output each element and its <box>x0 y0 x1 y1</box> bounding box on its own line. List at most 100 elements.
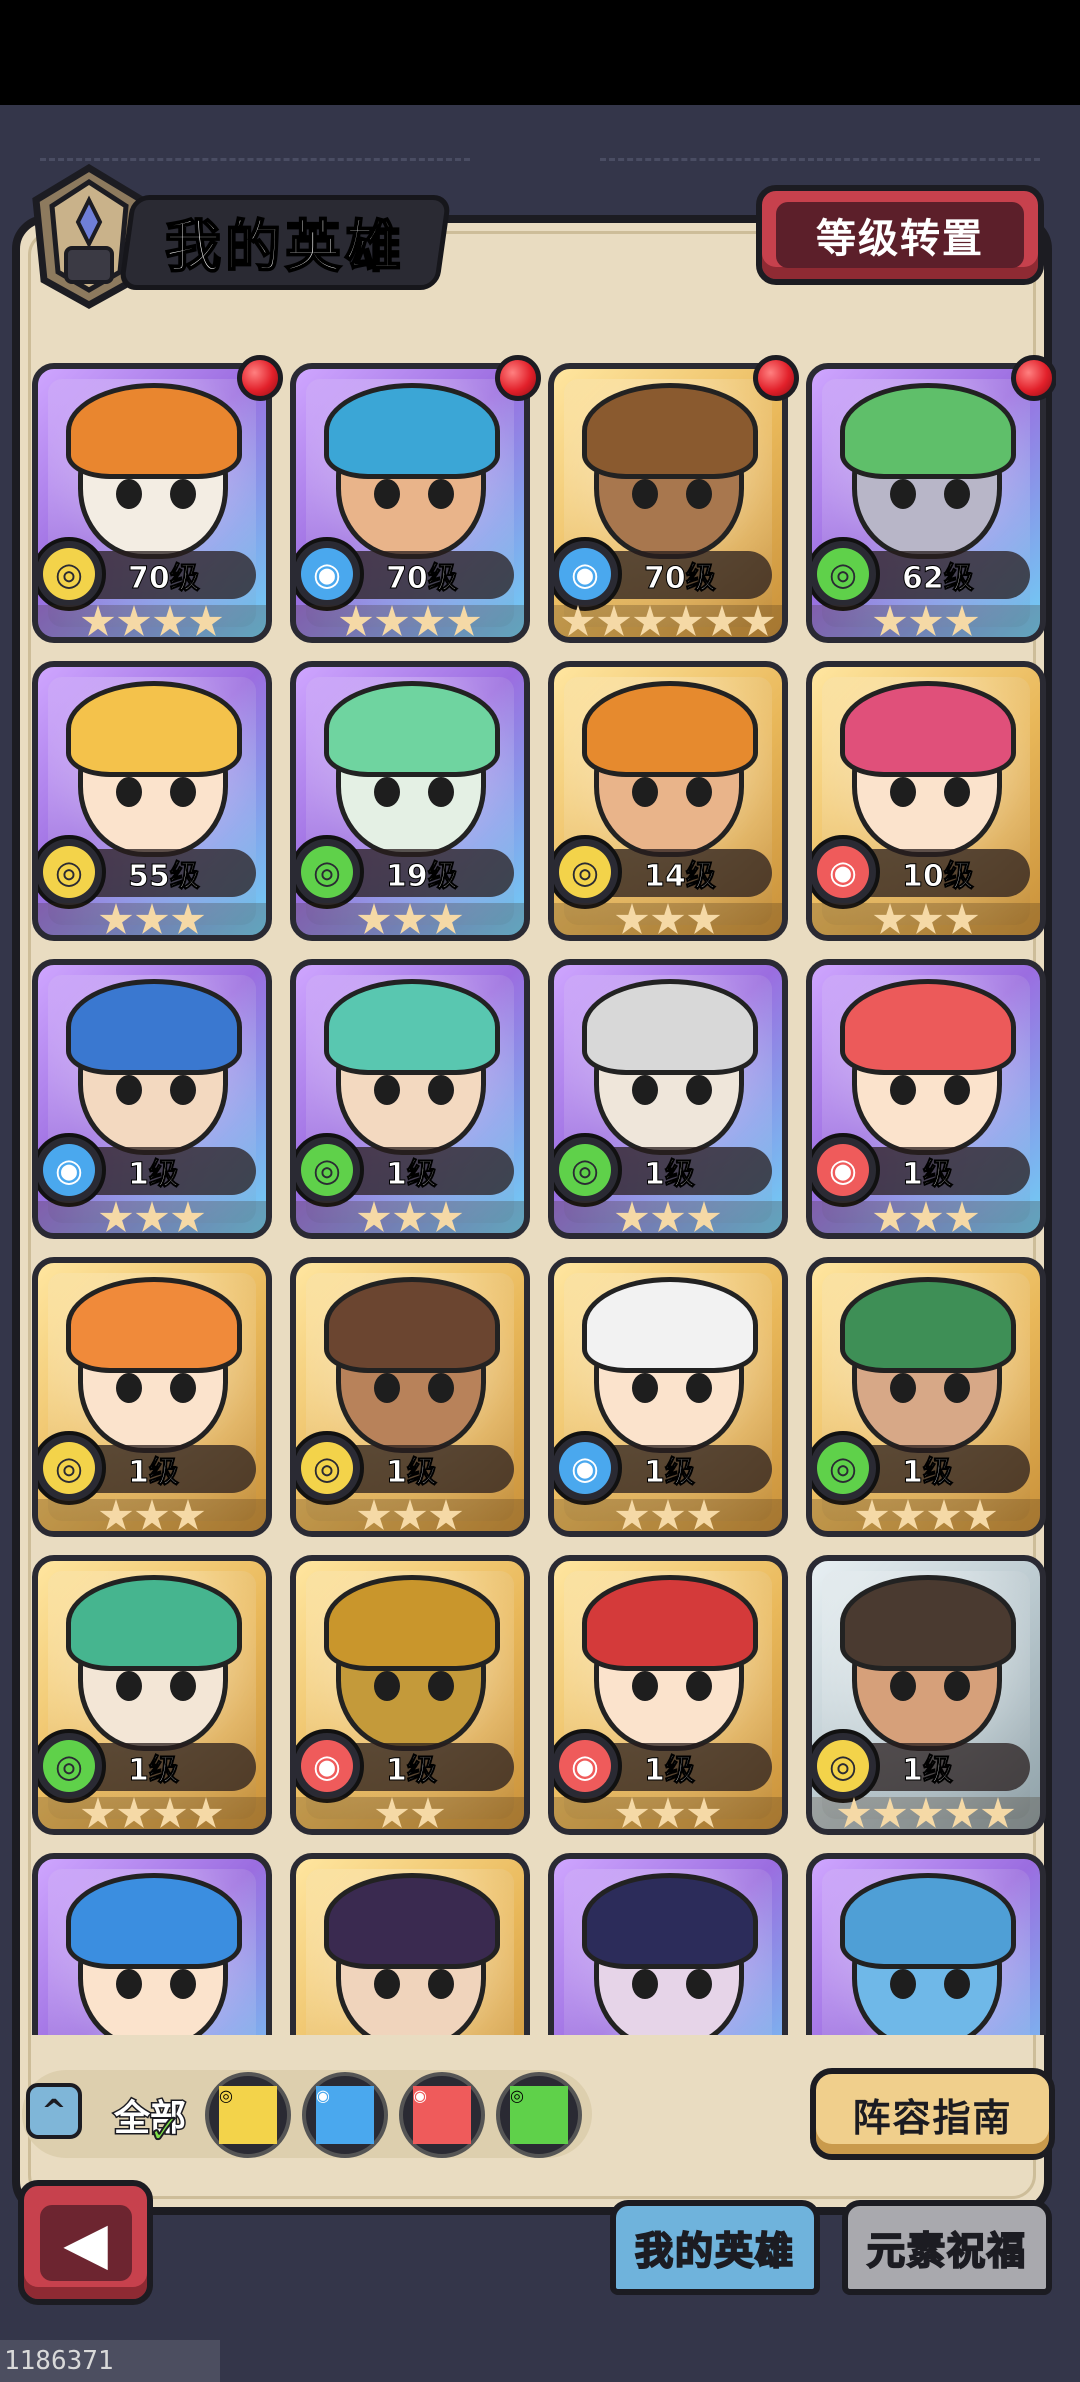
level-transfer-button[interactable]: 等级转置 <box>756 185 1044 285</box>
wind-element-icon: ◎ <box>817 1442 869 1494</box>
hero-eye <box>428 777 454 807</box>
hero-level: 55级 <box>128 859 201 895</box>
hero-hair <box>66 383 242 479</box>
hero-eye <box>116 777 142 807</box>
hero-eye <box>686 479 712 509</box>
star-icon <box>615 1797 649 1828</box>
hero-level: 1级 <box>128 1753 180 1789</box>
star-icon <box>891 1499 925 1530</box>
hero-eye <box>374 1671 400 1701</box>
hero-card[interactable]: 10级 ◉ <box>806 661 1046 941</box>
water-element-icon: ◉ <box>559 548 611 600</box>
star-icon <box>687 1499 721 1530</box>
star-icon <box>81 605 115 636</box>
hero-card[interactable]: 1级 ◎ <box>290 1257 530 1537</box>
hero-card[interactable] <box>32 1853 272 2035</box>
water-element-badge: ◉ <box>38 1133 106 1207</box>
hero-card[interactable]: 55级 ◎ <box>32 661 272 941</box>
hero-hair <box>324 383 500 479</box>
hero-stars <box>812 1499 1040 1531</box>
filter-water-button[interactable]: ◉ <box>302 2072 388 2158</box>
star-icon <box>561 605 595 636</box>
hero-level: 70级 <box>386 561 459 597</box>
hero-card[interactable] <box>290 1853 530 2035</box>
collapse-filter-button[interactable]: ^ <box>26 2083 82 2139</box>
hero-card[interactable]: 1级 ◎ <box>806 1555 1046 1835</box>
star-icon <box>633 605 667 636</box>
fire-element-badge: ◉ <box>812 835 880 909</box>
hero-card[interactable]: 1级 ◉ <box>290 1555 530 1835</box>
filter-earth-button[interactable]: ◎ <box>205 2072 291 2158</box>
hero-eye <box>686 1969 712 1999</box>
hero-eye <box>170 1671 196 1701</box>
star-icon <box>375 1797 409 1828</box>
earth-element-icon: ◎ <box>817 1740 869 1792</box>
hero-eye <box>686 777 712 807</box>
decor-line <box>600 158 1040 164</box>
hero-card[interactable] <box>806 1853 1046 2035</box>
earth-element-icon: ◎ <box>43 548 95 600</box>
tab-my-heroes[interactable]: 我的英雄 <box>610 2200 820 2295</box>
hero-card[interactable]: 70级 ◉ <box>290 363 530 643</box>
water-element-badge: ◉ <box>296 537 364 611</box>
water-element-icon: ◉ <box>559 1442 611 1494</box>
hero-card[interactable]: 19级 ◎ <box>290 661 530 941</box>
hero-hair <box>324 979 500 1075</box>
star-icon <box>393 1201 427 1232</box>
wind-element-badge: ◎ <box>296 1133 364 1207</box>
star-icon <box>357 1201 391 1232</box>
wind-element-icon: ◎ <box>559 1144 611 1196</box>
hero-card[interactable]: 1级 ◎ <box>32 1257 272 1537</box>
hero-eye <box>170 777 196 807</box>
hero-level: 1级 <box>902 1157 954 1193</box>
lineup-guide-button[interactable]: 阵容指南 <box>810 2068 1055 2160</box>
hero-hair <box>324 681 500 777</box>
hero-stars <box>296 605 524 637</box>
star-icon <box>393 1499 427 1530</box>
star-icon <box>411 1797 445 1828</box>
red-dot-notification <box>237 355 283 401</box>
hero-card[interactable]: 1级 ◎ <box>32 1555 272 1835</box>
status-bar <box>0 0 1080 105</box>
star-icon <box>651 1499 685 1530</box>
hero-level: 1级 <box>644 1753 696 1789</box>
hero-stars <box>812 1201 1040 1233</box>
hero-card[interactable]: 1级 ◉ <box>548 1555 788 1835</box>
hero-card[interactable]: 1级 ◎ <box>548 959 788 1239</box>
filter-wind-button[interactable]: ◎ <box>496 2072 582 2158</box>
hero-card[interactable]: 1级 ◎ <box>806 1257 1046 1537</box>
hero-hair <box>66 681 242 777</box>
hero-eye <box>374 479 400 509</box>
hero-eye <box>428 1373 454 1403</box>
star-icon <box>909 1797 943 1828</box>
hero-level: 70级 <box>644 561 717 597</box>
tab-element-blessing[interactable]: 元素祝福 <box>842 2200 1052 2295</box>
hero-card[interactable] <box>548 1853 788 2035</box>
red-dot-notification <box>753 355 799 401</box>
hero-eye <box>890 1969 916 1999</box>
hero-hair <box>582 1277 758 1373</box>
hero-level: 1级 <box>644 1157 696 1193</box>
star-icon <box>687 1797 721 1828</box>
hero-card[interactable]: 1级 ◉ <box>548 1257 788 1537</box>
hero-hair <box>582 1575 758 1671</box>
hero-card[interactable]: 1级 ◎ <box>290 959 530 1239</box>
hero-card[interactable]: 70级 ◉ <box>548 363 788 643</box>
star-icon <box>135 1201 169 1232</box>
hero-card[interactable]: 1级 ◉ <box>32 959 272 1239</box>
star-icon <box>135 1499 169 1530</box>
hero-card[interactable]: 1级 ◉ <box>806 959 1046 1239</box>
hero-level: 1级 <box>644 1455 696 1491</box>
hero-level: 1级 <box>386 1455 438 1491</box>
back-button[interactable]: ◀ <box>18 2180 153 2305</box>
hero-card[interactable]: 70级 ◎ <box>32 363 272 643</box>
star-icon <box>171 1499 205 1530</box>
filter-fire-button[interactable]: ◉ <box>399 2072 485 2158</box>
hero-stars <box>296 1797 524 1829</box>
earth-element-icon: ◎ <box>559 846 611 898</box>
star-icon <box>909 605 943 636</box>
hero-card[interactable]: 14级 ◎ <box>548 661 788 941</box>
star-icon <box>447 605 481 636</box>
hero-card[interactable]: 62级 ◎ <box>806 363 1046 643</box>
water-element-icon: ◉ <box>43 1144 95 1196</box>
